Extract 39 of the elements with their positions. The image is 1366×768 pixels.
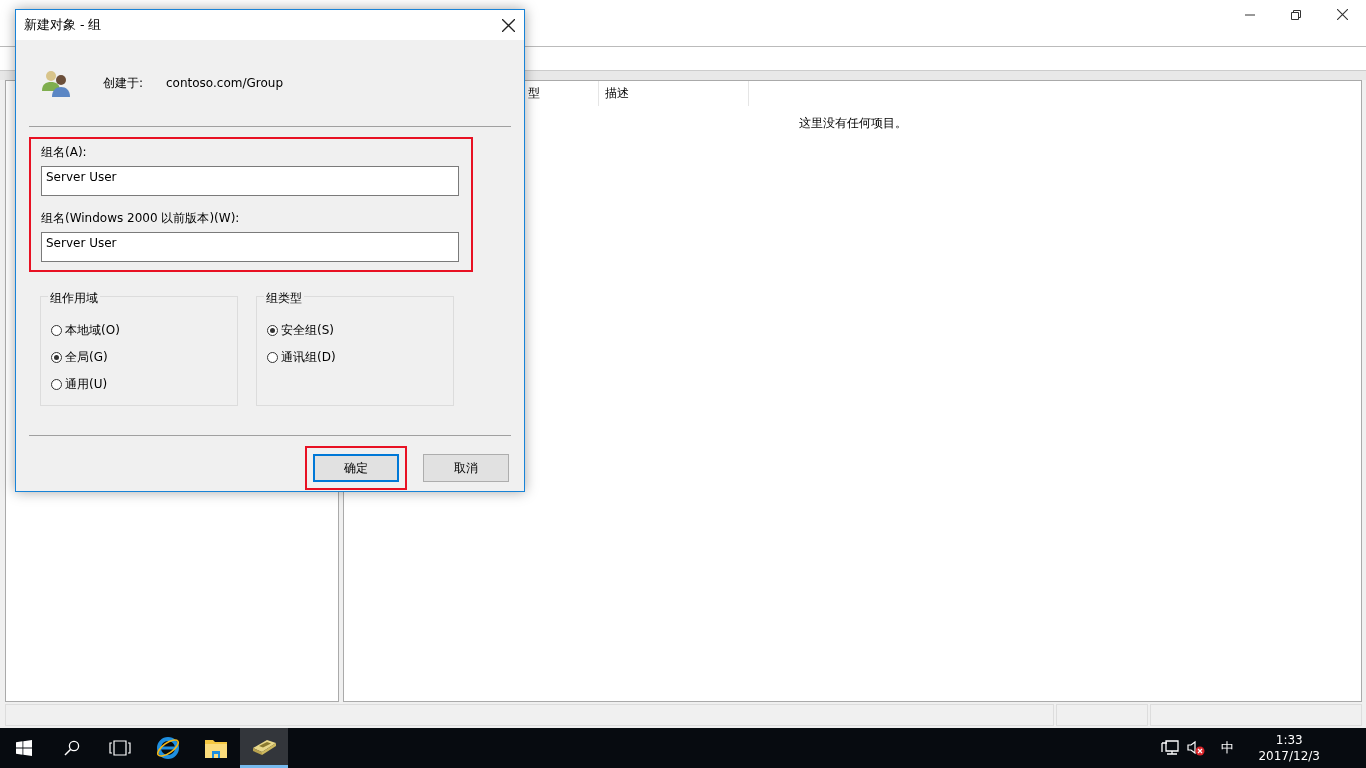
muted-speaker-icon[interactable]: [1187, 740, 1206, 756]
clock[interactable]: 1:33 2017/12/3: [1250, 732, 1350, 764]
clock-date: 2017/12/3: [1258, 748, 1320, 764]
radio-button[interactable]: [51, 352, 62, 363]
directory-book-icon: [251, 737, 277, 756]
radio-option[interactable]: 本地域(O): [41, 317, 120, 344]
input-field[interactable]: Server User: [41, 232, 459, 262]
radio-option[interactable]: 通用(U): [41, 371, 108, 398]
empty-message: 这里没有任何项目。: [798, 115, 907, 132]
search-icon: [64, 740, 80, 756]
radio-button[interactable]: [267, 352, 278, 363]
taskbar-button[interactable]: [240, 728, 288, 768]
column-header[interactable]: 描述: [599, 81, 749, 106]
field-label: 组名(A):: [41, 144, 88, 161]
task-view-icon: [109, 740, 131, 756]
input-field[interactable]: Server User: [41, 166, 459, 196]
field-label: 组名(Windows 2000 以前版本)(W):: [41, 210, 241, 227]
cancel-button[interactable]: 取消: [423, 454, 509, 482]
radio-button[interactable]: [51, 325, 62, 336]
radio-option[interactable]: 安全组(S): [257, 317, 334, 344]
restore-icon[interactable]: [1291, 9, 1301, 20]
network-icon[interactable]: [1161, 740, 1180, 756]
created-in-path: contoso.com/Group: [166, 76, 283, 90]
group-title: 组类型: [264, 290, 304, 307]
radio-button[interactable]: [267, 325, 278, 336]
radio-option[interactable]: 全局(G): [41, 344, 108, 371]
windows-logo-icon: [16, 740, 32, 756]
group-title: 组作用域: [48, 290, 100, 307]
browser-globe-icon: [155, 735, 181, 761]
close-icon[interactable]: [502, 18, 515, 32]
ok-button[interactable]: 确定: [313, 454, 399, 482]
folder-icon: [204, 737, 228, 759]
close-icon[interactable]: [1337, 9, 1348, 20]
radio-option[interactable]: 通讯组(D): [257, 344, 336, 371]
radio-button[interactable]: [51, 379, 62, 390]
clock-time: 1:33: [1275, 732, 1303, 748]
created-in-label: 创建于:: [103, 74, 145, 92]
dialog-title: 新建对象 - 组: [24, 16, 102, 34]
input-method-indicator[interactable]: 中: [1213, 739, 1243, 757]
